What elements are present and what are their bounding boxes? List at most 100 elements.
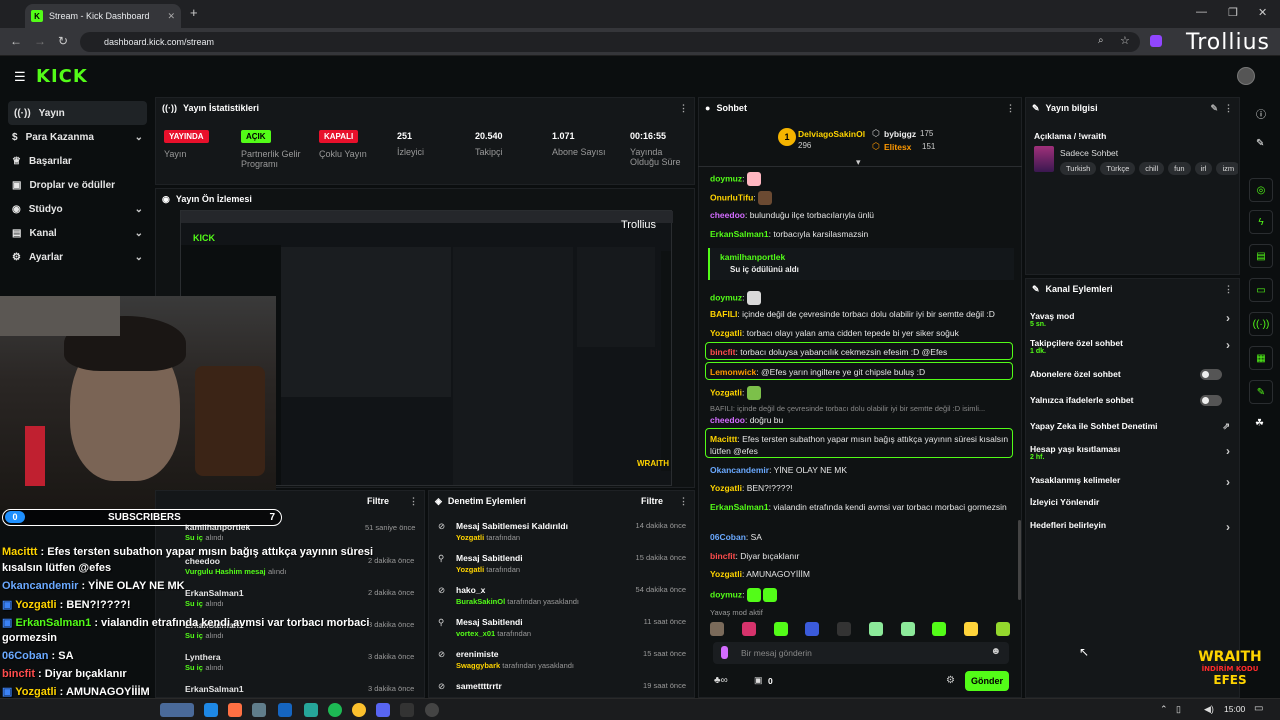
sidebar-item-kanal[interactable]: ▤ Kanal ⌄ [0, 221, 155, 245]
channel-action-slow-mode[interactable]: Yavaş mod 5 sn. › [1030, 311, 1230, 328]
chat-user[interactable]: 06Coban [710, 532, 746, 542]
edit-icon[interactable]: ✎ [1256, 138, 1264, 149]
url-input[interactable]: dashboard.kick.com/stream [80, 32, 1140, 52]
chat-user[interactable]: bincfit [710, 347, 736, 357]
community-icon[interactable]: ☘ [1255, 418, 1264, 429]
chat-user[interactable]: doymuz [710, 292, 742, 302]
chat-user[interactable]: doymuz [710, 589, 742, 599]
chat-user[interactable]: Lemonwick [710, 367, 756, 377]
chat-settings-gear-icon[interactable]: ⚙ [946, 675, 955, 686]
notification-icon[interactable]: ▭ [1254, 703, 1263, 714]
camera-icon[interactable]: ◎ [1249, 178, 1273, 202]
chat-user[interactable]: Okancandemir [710, 465, 769, 475]
forward-icon[interactable]: → [34, 34, 46, 48]
emote[interactable] [773, 622, 788, 636]
gift-icon[interactable]: ▣ [754, 675, 763, 686]
outlook-icon[interactable] [278, 703, 292, 717]
clock[interactable]: 15:00 [1224, 704, 1245, 714]
more-options-icon[interactable]: ⋮ [409, 496, 418, 507]
emote[interactable] [932, 622, 947, 636]
sidebar-item-yayin[interactable]: ((·)) Yayın [8, 101, 147, 125]
chat-user[interactable]: Yozgatli [710, 328, 742, 338]
emote[interactable] [900, 622, 915, 636]
channel-action-ai-moderation[interactable]: Yapay Zeka ile Sohbet Denetimi ⇗ [1030, 421, 1230, 431]
chat-user[interactable]: OnurluTifu [710, 192, 753, 202]
spotify-icon[interactable] [328, 703, 342, 717]
channel-action-goals[interactable]: Hedefleri belirleyin › [1030, 520, 1230, 534]
kick-logo[interactable]: KICK [36, 66, 88, 87]
emote[interactable] [995, 622, 1010, 636]
chat-user[interactable]: ErkanSalman1 [710, 229, 769, 239]
more-options-icon[interactable]: ⋮ [679, 103, 688, 114]
emoji-picker-icon[interactable]: ☻ [990, 646, 1001, 657]
send-button[interactable]: Gönder [965, 671, 1009, 691]
filter-button[interactable]: Filtre [367, 496, 389, 506]
layout-icon[interactable]: ▦ [1249, 346, 1273, 370]
sidebar-item-studyo[interactable]: ◉ Stüdyo ⌄ [0, 197, 155, 221]
restore-icon[interactable]: ❐ [1228, 6, 1238, 19]
app-icon[interactable] [304, 703, 318, 717]
chat-user[interactable]: Yozgatli [710, 569, 742, 579]
tag[interactable]: fun [1168, 162, 1191, 175]
edit-pencil-icon[interactable]: ✎ [1210, 103, 1218, 114]
chat-user[interactable]: BAFILI [710, 309, 737, 319]
channel-action-account-age[interactable]: Hesap yaşı kısıtlaması 2 hf. › [1030, 444, 1230, 461]
reply-preview[interactable]: BAFILI: içinde değil de çevresinde torba… [710, 404, 985, 413]
new-tab-button[interactable]: + [190, 5, 198, 20]
chat-user[interactable]: cheedoo [710, 415, 745, 425]
close-window-icon[interactable]: ✕ [1258, 6, 1267, 19]
browser-tab[interactable]: K Stream - Kick Dashboard ✕ [25, 4, 181, 28]
chat-user[interactable]: Yozgatli [710, 387, 742, 397]
emote[interactable] [837, 622, 852, 636]
emote[interactable] [964, 622, 979, 636]
category-thumbnail[interactable] [1034, 146, 1054, 172]
hamburger-menu-icon[interactable]: ☰ [14, 69, 26, 85]
chrome-icon[interactable] [352, 703, 366, 717]
chat-scrollbar[interactable] [1018, 520, 1021, 600]
microphone-icon[interactable] [721, 646, 728, 659]
extension-icon[interactable] [1150, 35, 1162, 47]
tray-chevron-icon[interactable]: ⌃ [1160, 704, 1168, 715]
chat-user[interactable]: doymuz [710, 173, 742, 183]
emote[interactable] [805, 622, 820, 636]
document-icon[interactable]: ▤ [1249, 244, 1273, 268]
sidebar-item-para-kazanma[interactable]: $ Para Kazanma ⌄ [0, 125, 155, 149]
tag[interactable]: irl [1194, 162, 1213, 175]
emotes-only-toggle[interactable] [1200, 395, 1222, 406]
wrench-icon[interactable]: ✎ [1249, 380, 1273, 404]
obs-icon[interactable] [425, 703, 439, 717]
subs-only-toggle[interactable] [1200, 369, 1222, 380]
emote[interactable] [741, 622, 756, 636]
app-icon[interactable] [400, 703, 414, 717]
close-tab-icon[interactable]: ✕ [167, 11, 175, 22]
app-icon[interactable] [228, 703, 242, 717]
taskbar-thumbnail[interactable] [160, 703, 194, 717]
channel-action-raid[interactable]: İzleyici Yönlendir [1030, 497, 1230, 507]
discord-icon[interactable] [376, 703, 390, 717]
tag[interactable]: Türkçe [1100, 162, 1136, 175]
broadcast-icon[interactable]: ((·)) [1249, 312, 1273, 336]
tag[interactable]: Turkish [1060, 162, 1097, 175]
back-icon[interactable]: ← [10, 34, 22, 48]
channel-action-banned-words[interactable]: Yasaklanmış kelimeler › [1030, 475, 1230, 489]
network-icon[interactable]: ▯ [1176, 704, 1181, 715]
chat-input-box[interactable]: Bir mesaj gönderin ☻ [713, 642, 1009, 664]
folder-icon[interactable] [252, 703, 266, 717]
chat-user[interactable]: Macittt [710, 434, 737, 444]
emote[interactable] [868, 622, 883, 636]
more-options-icon[interactable]: ⋮ [1224, 103, 1233, 114]
more-options-icon[interactable]: ⋮ [679, 496, 688, 507]
edge-icon[interactable] [204, 703, 218, 717]
volume-icon[interactable]: ◀) [1204, 704, 1214, 715]
minimize-icon[interactable]: — [1196, 6, 1207, 18]
sidebar-item-droplar[interactable]: ▣ Droplar ve ödüller [0, 173, 155, 197]
bookmark-star-icon[interactable]: ☆ [1120, 34, 1130, 47]
lightning-icon[interactable]: ϟ [1249, 210, 1273, 234]
tag[interactable]: izm [1216, 162, 1238, 175]
chat-user[interactable]: ErkanSalman1 [710, 502, 769, 512]
points-icon[interactable]: ♣∞ [714, 675, 728, 686]
filter-button[interactable]: Filtre [641, 496, 663, 506]
stream-category[interactable]: Sadece Sohbet [1060, 148, 1118, 158]
channel-action-followers-only[interactable]: Takipçilere özel sohbet 1 dk. › [1030, 338, 1230, 355]
sidebar-item-basarilar[interactable]: ♕ Başarılar [0, 149, 155, 173]
